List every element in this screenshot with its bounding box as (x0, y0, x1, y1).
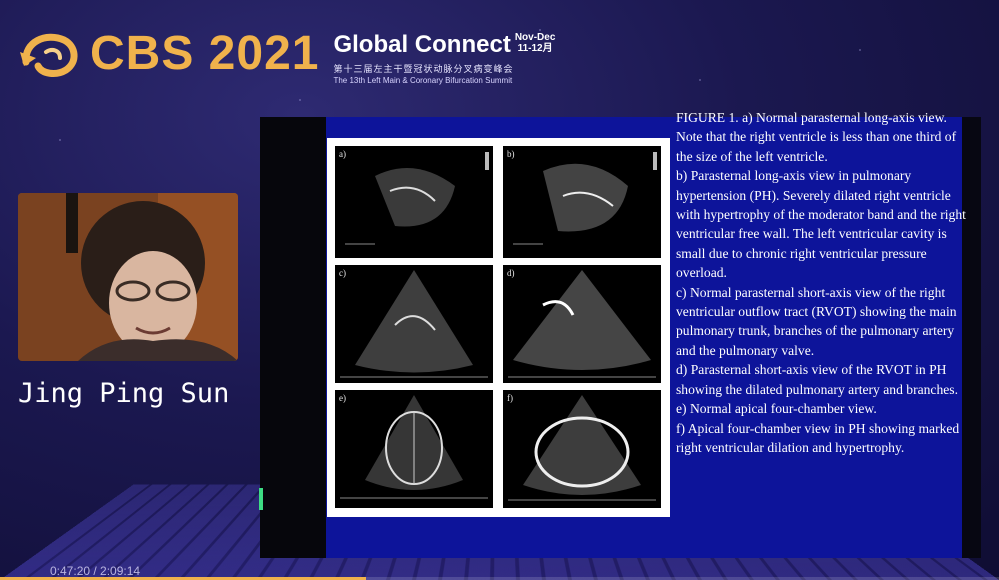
panel-label-d: d) (507, 268, 515, 278)
caption-paragraph: f) Apical four-chamber view in PH showin… (676, 420, 960, 455)
event-info: Global Connect Nov-Dec 11-12月 第十三届左主干暨冠状… (333, 31, 556, 86)
caption-paragraph: d) Parasternal short-axis view of the RV… (676, 362, 958, 397)
figure-caption: FIGURE 1. a) Normal parasternal long-axi… (676, 108, 974, 457)
event-header: CBS 2021 Global Connect Nov-Dec 11-12月 第… (16, 22, 555, 92)
brand-title: CBS 2021 (90, 27, 320, 80)
echo-image-b: b) (503, 146, 661, 258)
echo-image-c: c) (335, 265, 493, 383)
caption-paragraph: FIGURE 1. a) Normal parasternal long-axi… (676, 110, 957, 164)
panel-label-a: a) (339, 149, 346, 159)
echo-image-f: f) (503, 390, 661, 508)
speaker-portrait-icon (18, 193, 238, 361)
playback-timestamp: 0:47:20 / 2:09:14 (50, 564, 141, 578)
caption-paragraph: c) Normal parasternal short-axis view of… (676, 284, 957, 358)
event-subtitle-cn: 第十三届左主干暨冠状动脉分叉病变峰会 (333, 64, 514, 74)
echo-image-a: a) (335, 146, 493, 258)
event-dates: Nov-Dec 11-12月 (515, 32, 556, 54)
event-date-top: Nov-Dec (514, 32, 556, 43)
event-date-bottom: 11-12月 (517, 43, 553, 54)
panel-label-f: f) (507, 393, 513, 403)
panel-label-e: e) (339, 393, 346, 403)
caption-paragraph: b) Parasternal long-axis view in pulmona… (676, 168, 966, 281)
panel-label-c: c) (339, 268, 346, 278)
event-subtitle-en: The 13th Left Main & Coronary Bifurcatio… (333, 76, 513, 85)
slide-margin-left (260, 117, 326, 558)
panel-label-b: b) (507, 149, 515, 159)
event-title: Global Connect (333, 31, 511, 58)
echo-image-e: e) (335, 390, 493, 508)
speaker-name: Jing Ping Sun (18, 378, 230, 409)
echo-figure-panel: a) b) c) d) e) f) (327, 138, 670, 517)
speaker-video (18, 193, 238, 361)
slide-scroll-indicator[interactable] (259, 488, 263, 510)
cbs-logo-icon (20, 33, 78, 77)
caption-paragraph: e) Normal apical four-chamber view. (676, 401, 877, 417)
echo-image-d: d) (503, 265, 661, 383)
